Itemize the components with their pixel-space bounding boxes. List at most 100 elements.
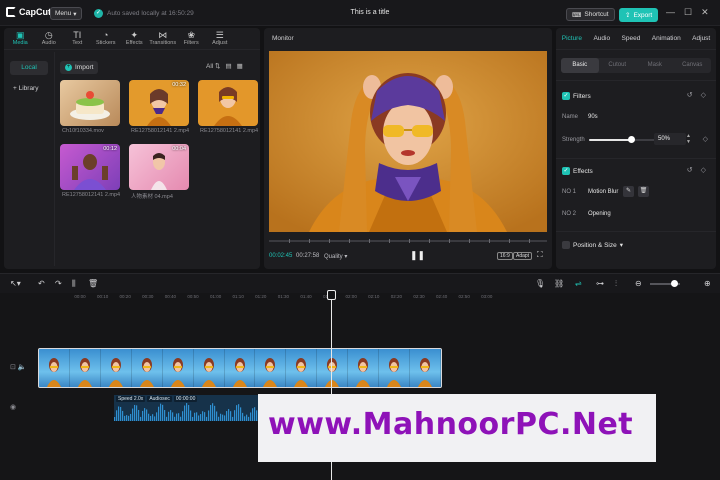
preview-axis-icon[interactable]: ⫶ [615, 279, 617, 289]
media-filename: RE12758012141 2.mp4 [200, 128, 259, 134]
project-title[interactable]: This is a title [300, 9, 440, 16]
ruler-tick-label: 00:30 [142, 294, 154, 299]
undo-icon[interactable]: ↶ [38, 279, 45, 289]
quality-dropdown[interactable]: Quality ▾ [324, 253, 347, 260]
split-icon[interactable]: ⫼ [72, 279, 76, 289]
tab-media[interactable]: ▣ Media [6, 28, 35, 49]
waveform-bar [192, 416, 194, 421]
timeline-ruler[interactable]: 00:00 00:10 00:20 00:30 00:40 00:50 01:00 01:10… [0, 293, 720, 303]
magnet-icon[interactable]: ⇌ [575, 279, 582, 289]
ruler-tick-label: 00:50 [187, 294, 199, 299]
tab-adjust[interactable]: ☰ Adjust [206, 28, 235, 49]
audio-track-icon[interactable]: ◉ [10, 404, 16, 411]
export-button[interactable]: ⇪ Export [619, 8, 659, 22]
media-thumbnail[interactable] [60, 80, 120, 126]
tab-filters[interactable]: ❀ Filters [177, 28, 206, 49]
media-thumbnail[interactable]: 00:12 [60, 144, 120, 190]
reset-icon[interactable]: ↺ [687, 91, 693, 99]
position-size-checkbox[interactable] [562, 241, 570, 249]
strength-stepper[interactable]: ▲ ▼ [686, 133, 691, 145]
tab-text[interactable]: TI Text [63, 28, 92, 49]
subtab-canvas[interactable]: Canvas [674, 58, 712, 73]
close-icon[interactable]: ✕ [701, 7, 709, 18]
tab-speed[interactable]: Speed [622, 35, 641, 42]
fullscreen-icon[interactable]: ⛶ [537, 250, 543, 260]
redo-icon[interactable]: ↷ [55, 279, 62, 289]
clip-frame [379, 349, 411, 387]
duration-badge: 00:12 [103, 146, 117, 152]
waveform-bar [224, 415, 226, 421]
waveform-bar [124, 415, 126, 421]
ruler-tick-label: 00:40 [164, 294, 177, 299]
chevron-down-icon: ▾ [73, 10, 77, 18]
zoom-in-icon[interactable]: ⊕ [704, 279, 711, 289]
filters-checkbox[interactable]: ✓ [562, 92, 570, 100]
menu-button[interactable]: Menu ▾ [50, 7, 82, 20]
video-preview[interactable] [269, 51, 547, 232]
select-cursor-icon[interactable]: ↖▾ [10, 279, 21, 289]
link-icon[interactable]: ⛓ [554, 279, 564, 289]
zoom-out-icon[interactable]: ⊖ [635, 279, 642, 289]
clip-frame [100, 349, 132, 387]
playhead-handle[interactable] [327, 290, 336, 300]
reset-icon[interactable]: ↺ [687, 166, 693, 174]
import-button[interactable]: + Import [60, 61, 99, 74]
minimize-icon[interactable]: — [666, 7, 675, 18]
zoom-slider-handle[interactable] [671, 280, 678, 287]
waveform-bar [134, 404, 136, 421]
edit-icon[interactable]: ✎ [623, 186, 634, 197]
media-filename: RE12758012141 2.mp4 [62, 192, 121, 198]
tab-effects[interactable]: ✦ Effects [120, 28, 149, 49]
list-view-icon[interactable]: ▤ [226, 62, 232, 70]
aspect-ratio-button[interactable]: 16:9 [497, 252, 513, 260]
microphone-icon[interactable]: 🎙 [535, 279, 545, 289]
filter-all-dropdown[interactable]: All ⇅ [206, 62, 221, 70]
shortcut-button[interactable]: ⌨ Shortcut [566, 8, 615, 21]
sidebar-item-local[interactable]: Local [10, 61, 48, 75]
track-lock-icon[interactable]: ⊡ [10, 364, 16, 371]
waveform-bar [242, 412, 244, 421]
strength-slider-handle[interactable] [628, 136, 635, 143]
video-track-controls: ⊡ 🔈 [10, 363, 27, 371]
grid-view-icon[interactable]: ▦ [237, 62, 243, 70]
subtab-cutout[interactable]: Cutout [599, 58, 637, 73]
keyframe-icon[interactable]: ◇ [701, 166, 706, 174]
text-icon: TI [73, 30, 82, 40]
tab-audio[interactable]: Audio [593, 35, 610, 42]
pause-icon[interactable]: ❚❚ [410, 250, 425, 261]
export-icon: ⇪ [625, 12, 631, 19]
speed-badge: Speed 2.0x [116, 396, 146, 402]
waveform-bar [148, 413, 150, 421]
subtab-basic[interactable]: Basic [561, 58, 599, 73]
tab-adjust[interactable]: Adjust [692, 35, 710, 42]
clip-frame [224, 349, 256, 387]
clip-frame [162, 349, 194, 387]
keyframe-icon[interactable]: ◇ [701, 91, 706, 99]
preview-scrubber[interactable] [269, 239, 547, 243]
media-thumbnail[interactable] [198, 80, 258, 126]
tab-stickers[interactable]: ◔ Stickers [92, 28, 121, 49]
sidebar-item-library[interactable]: + Library [10, 82, 48, 96]
effects-checkbox[interactable]: ✓ [562, 167, 570, 175]
tab-transitions[interactable]: ⋈ Transitions [149, 28, 178, 49]
media-thumbnail[interactable]: 00:32 [129, 80, 189, 126]
ruler-tick-label: 01:40 [300, 294, 312, 299]
adapt-button[interactable]: Adapt [513, 252, 533, 260]
tab-picture[interactable]: Picture [562, 35, 582, 42]
tab-audio[interactable]: ◷ Audio [35, 28, 64, 49]
delete-icon[interactable]: 🗑 [638, 186, 649, 197]
linkage-icon[interactable]: ⊶ [596, 279, 604, 289]
chevron-down-icon[interactable]: ▾ [620, 241, 623, 249]
track-audio-icon[interactable]: 🔈 [18, 364, 27, 371]
subtab-mask[interactable]: Mask [636, 58, 674, 73]
keyframe-icon[interactable]: ◇ [703, 135, 708, 143]
video-clip[interactable] [38, 348, 442, 388]
delete-icon[interactable]: 🗑 [88, 279, 98, 289]
maximize-icon[interactable]: ☐ [684, 7, 692, 18]
waveform-bar [130, 413, 132, 421]
media-thumbnail[interactable]: 00:04 [129, 144, 189, 190]
app-name: CapCut [19, 7, 51, 17]
tab-animation[interactable]: Animation [652, 35, 681, 42]
media-panel: ▣ Media ◷ Audio TI Text ◔ Stickers ✦ Effects … [4, 28, 260, 269]
strength-input[interactable]: 50% [654, 133, 686, 145]
